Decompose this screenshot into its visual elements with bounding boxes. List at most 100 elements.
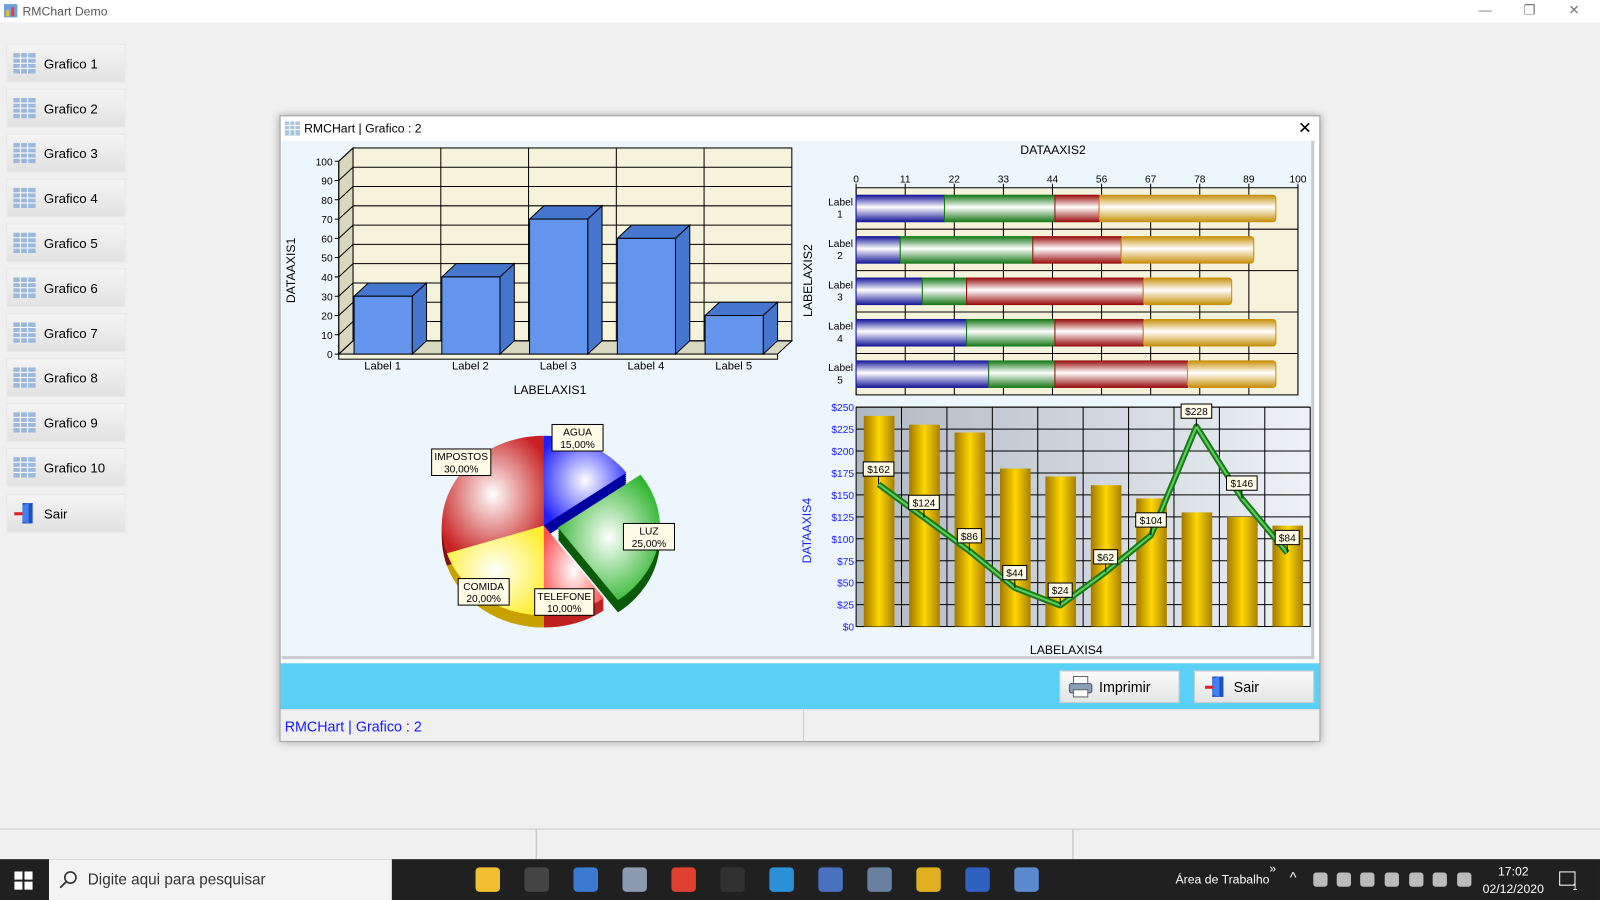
sidebar-item-grafico-10[interactable]: Grafico 10 <box>6 447 126 487</box>
y-tick-label: 2 <box>837 251 843 262</box>
y-tick-label: 3 <box>837 293 843 304</box>
sidebar-item-grafico-2[interactable]: Grafico 2 <box>6 88 126 128</box>
sidebar-item-grafico-8[interactable]: Grafico 8 <box>6 358 126 397</box>
stacked-bar-segment <box>1054 194 1100 223</box>
x-tick-label: Label 4 <box>628 360 665 372</box>
cloud-tray-icon[interactable] <box>1457 872 1472 887</box>
sidebar-item-grafico-9[interactable]: Grafico 9 <box>6 403 126 442</box>
app-icon <box>4 4 18 18</box>
status-divider <box>803 710 805 742</box>
notion-icon[interactable] <box>524 867 549 892</box>
y-tick-label: 20 <box>321 312 333 323</box>
restore-button[interactable]: ❐ <box>1523 2 1535 18</box>
y-tick-label: 5 <box>837 375 843 386</box>
ultraedit-icon[interactable] <box>916 867 941 892</box>
sidebar-item-label: Grafico 3 <box>43 145 98 161</box>
data-label: $104 <box>1140 516 1163 527</box>
minimize-button[interactable]: — <box>1479 2 1492 17</box>
bar-side <box>587 204 603 356</box>
pie-label: TELEFONE <box>537 592 591 603</box>
y-tick-label: Label <box>828 280 853 291</box>
dialog-close-button[interactable]: ✕ <box>1298 118 1312 138</box>
x-tick-label: 78 <box>1194 175 1206 186</box>
sidebar-item-grafico-5[interactable]: Grafico 5 <box>6 223 126 263</box>
stacked-bar-segment <box>1098 194 1277 223</box>
y-tick-label: Label <box>828 239 853 250</box>
pie-percent: 20,00% <box>466 594 501 605</box>
desktop-toolbar-label[interactable]: Área de Trabalho <box>1176 872 1270 886</box>
app-icon[interactable] <box>818 867 843 892</box>
app-title-bar: RMChart Demo — ❐ ✕ <box>0 0 1600 23</box>
network-tray-icon[interactable] <box>1313 872 1328 887</box>
camera-tray-icon[interactable] <box>1336 872 1352 887</box>
rmchart-demo-icon[interactable] <box>1014 867 1039 892</box>
edge-icon[interactable] <box>769 867 794 892</box>
bar <box>999 468 1031 627</box>
y-tick-label: 60 <box>321 234 333 245</box>
printer-icon <box>1068 676 1093 698</box>
stacked-bar-segment <box>1120 236 1255 264</box>
bar <box>616 237 677 355</box>
exit-button[interactable]: Sair <box>1193 670 1315 704</box>
x-tick-label: 22 <box>949 175 961 186</box>
chrome-icon[interactable] <box>671 867 696 892</box>
data-label: $124 <box>913 498 936 509</box>
pie-percent: 30,00% <box>444 464 479 475</box>
dialog-status-bar: RMCHart | Grafico : 2 <box>280 709 1320 742</box>
volume-tray-icon[interactable] <box>1432 872 1447 887</box>
stacked-bar-segment <box>855 194 945 223</box>
battery-tray-icon[interactable] <box>1384 872 1399 887</box>
chart-icon <box>13 142 36 164</box>
y-tick-label: $100 <box>831 535 854 546</box>
exit-door-icon <box>1205 676 1224 697</box>
x-tick-label: 89 <box>1243 175 1255 186</box>
network-tray-icon[interactable] <box>1360 872 1375 887</box>
stacked-bar-segment <box>921 277 968 306</box>
button-band: Imprimir Sair <box>280 663 1320 710</box>
y-axis-title: DATAAXIS4 <box>800 498 814 564</box>
x-tick-label: 100 <box>1289 175 1306 186</box>
sidebar-item-label: Grafico 6 <box>43 280 98 296</box>
pie-percent: 15,00% <box>560 440 595 451</box>
toolbar-chevron[interactable]: » <box>1269 861 1276 875</box>
sidebar-exit-button[interactable]: Sair <box>6 493 126 533</box>
y-tick-label: $50 <box>837 579 854 590</box>
exit-door-icon <box>14 503 33 524</box>
sidebar-item-grafico-7[interactable]: Grafico 7 <box>6 313 126 353</box>
y-tick-label: 0 <box>327 350 333 361</box>
bar <box>1181 512 1213 627</box>
task-view-icon[interactable] <box>406 867 431 892</box>
photos-icon[interactable] <box>622 867 647 892</box>
chart-area: 0 10 20 30 40 50 60 70 80 90 100 Label 1 Label 2 Labe… <box>281 140 1315 660</box>
y-tick-label: 90 <box>321 177 333 188</box>
desktop: RMChart Demo — ❐ ✕ Grafico 1 Grafico 2 Gra… <box>0 0 1600 900</box>
wifi-tray-icon[interactable] <box>1409 872 1424 887</box>
print-button[interactable]: Imprimir <box>1059 670 1180 704</box>
chart-icon <box>13 53 36 74</box>
main-status-bar <box>0 828 1600 861</box>
windows-start-icon[interactable] <box>14 871 33 890</box>
x-tick-label: Label 2 <box>452 360 489 372</box>
clock-time[interactable]: 17:02 <box>1498 864 1529 878</box>
sidebar-item-grafico-1[interactable]: Grafico 1 <box>6 43 126 83</box>
close-button[interactable]: ✕ <box>1568 2 1579 18</box>
sidebar-item-grafico-6[interactable]: Grafico 6 <box>6 268 126 308</box>
data-label: $228 <box>1185 407 1208 418</box>
app-icon[interactable] <box>867 867 892 892</box>
exit-label: Sair <box>1233 678 1260 695</box>
show-hidden-icons-button[interactable]: ^ <box>1290 869 1297 885</box>
chart-icon <box>13 322 36 343</box>
taskbar-search-input[interactable]: Digite aqui para pesquisar <box>48 859 392 900</box>
app-icon[interactable] <box>965 867 990 892</box>
status-text: RMCHart | Grafico : 2 <box>284 718 422 735</box>
mail-icon[interactable] <box>573 867 598 892</box>
search-placeholder: Digite aqui para pesquisar <box>87 871 266 889</box>
dialog-title-bar: RMCHart | Grafico : 2 ✕ <box>281 116 1320 140</box>
clock-date[interactable]: 02/12/2020 <box>1483 882 1544 896</box>
media-icon[interactable] <box>720 867 745 892</box>
file-explorer-icon[interactable] <box>475 867 500 892</box>
sidebar-item-grafico-4[interactable]: Grafico 4 <box>6 178 126 218</box>
floor-front <box>338 353 779 360</box>
sidebar-item-grafico-3[interactable]: Grafico 3 <box>6 133 126 173</box>
status-divider <box>535 829 537 861</box>
